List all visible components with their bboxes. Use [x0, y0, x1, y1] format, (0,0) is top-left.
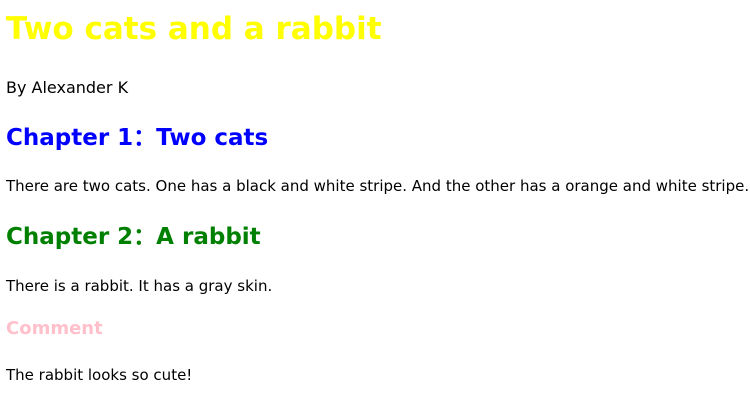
- chapter-1-heading: Chapter 1：Two cats: [6, 125, 269, 151]
- chapter-2-paragraph: There is a rabbit. It has a gray skin.: [6, 277, 273, 295]
- author-line: By Alexander K: [6, 78, 129, 97]
- chapter-2-heading: Chapter 2：A rabbit: [6, 224, 261, 250]
- comment-heading: Comment: [6, 318, 103, 339]
- story-title: Two cats and a rabbit: [6, 11, 382, 47]
- chapter-1-paragraph: There are two cats. One has a black and …: [6, 177, 750, 195]
- document-page: Two cats and a rabbit By Alexander K Cha…: [0, 0, 750, 402]
- comment-paragraph: The rabbit looks so cute!: [6, 366, 193, 384]
